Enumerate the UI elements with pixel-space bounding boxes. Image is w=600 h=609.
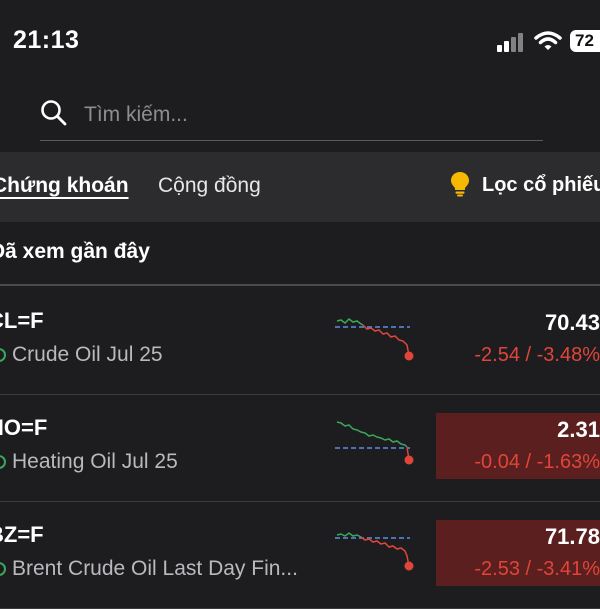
status-bar: 21:13 72 xyxy=(0,0,600,80)
instrument-name: Crude Oil Jul 25 xyxy=(0,343,163,367)
market-status-icon xyxy=(0,455,6,469)
market-status-icon xyxy=(0,348,6,362)
wifi-icon xyxy=(534,31,562,50)
clock: 21:13 xyxy=(13,26,80,54)
instrument-name-text: Heating Oil Jul 25 xyxy=(12,450,178,473)
quote-box: 2.31 -0.04 / -1.63% xyxy=(436,413,600,479)
last-price: 71.78 xyxy=(544,524,600,549)
market-status-icon xyxy=(0,562,6,576)
ticker-symbol: BZ=F xyxy=(0,522,44,547)
battery-indicator: 72 xyxy=(570,30,600,52)
sparkline-chart xyxy=(335,421,414,465)
search-icon xyxy=(41,100,67,126)
section-divider xyxy=(0,284,600,286)
instrument-name-text: Crude Oil Jul 25 xyxy=(12,343,163,366)
ticker-symbol: HO=F xyxy=(0,415,48,440)
lightbulb-icon xyxy=(451,171,469,197)
cellular-signal-icon xyxy=(497,32,525,52)
recently-viewed-heading: Đã xem gần đây xyxy=(0,240,150,263)
instrument-name: Heating Oil Jul 25 xyxy=(0,450,178,474)
screener-label: Lọc cổ phiếu xyxy=(482,174,600,196)
last-price: 70.43 xyxy=(544,310,600,335)
last-price: 2.31 xyxy=(557,417,600,442)
watchlist-row[interactable]: HO=F Heating Oil Jul 25 2.31 -0.04 / -1.… xyxy=(0,395,600,502)
search-bar[interactable] xyxy=(40,96,543,141)
watchlist-row[interactable]: CL=F Crude Oil Jul 25 70.43 -2.54 / -3.4… xyxy=(0,288,600,395)
tab-stocks[interactable]: Chứng khoán xyxy=(0,174,129,198)
quote-box: 71.78 -2.53 / -3.41% xyxy=(436,520,600,586)
sparkline-chart xyxy=(335,318,414,361)
tab-bar: Chứng khoán Cộng đồng Lọc cổ phiếu xyxy=(0,152,600,222)
quote-box: 70.43 -2.54 / -3.48% xyxy=(436,306,600,372)
instrument-name: Brent Crude Oil Last Day Fin... xyxy=(0,557,298,581)
stock-screener-button[interactable]: Lọc cổ phiếu xyxy=(450,171,600,197)
price-change: -0.04 / -1.63% xyxy=(474,451,600,473)
tab-community[interactable]: Cộng đồng xyxy=(158,174,261,198)
price-change: -2.53 / -3.41% xyxy=(474,558,600,580)
search-input[interactable] xyxy=(84,100,524,130)
instrument-name-text: Brent Crude Oil Last Day Fin... xyxy=(12,557,298,580)
sparkline-chart xyxy=(335,532,414,571)
watchlist-row[interactable]: BZ=F Brent Crude Oil Last Day Fin... 71.… xyxy=(0,502,600,609)
ticker-symbol: CL=F xyxy=(0,308,44,333)
price-change: -2.54 / -3.48% xyxy=(474,344,600,366)
